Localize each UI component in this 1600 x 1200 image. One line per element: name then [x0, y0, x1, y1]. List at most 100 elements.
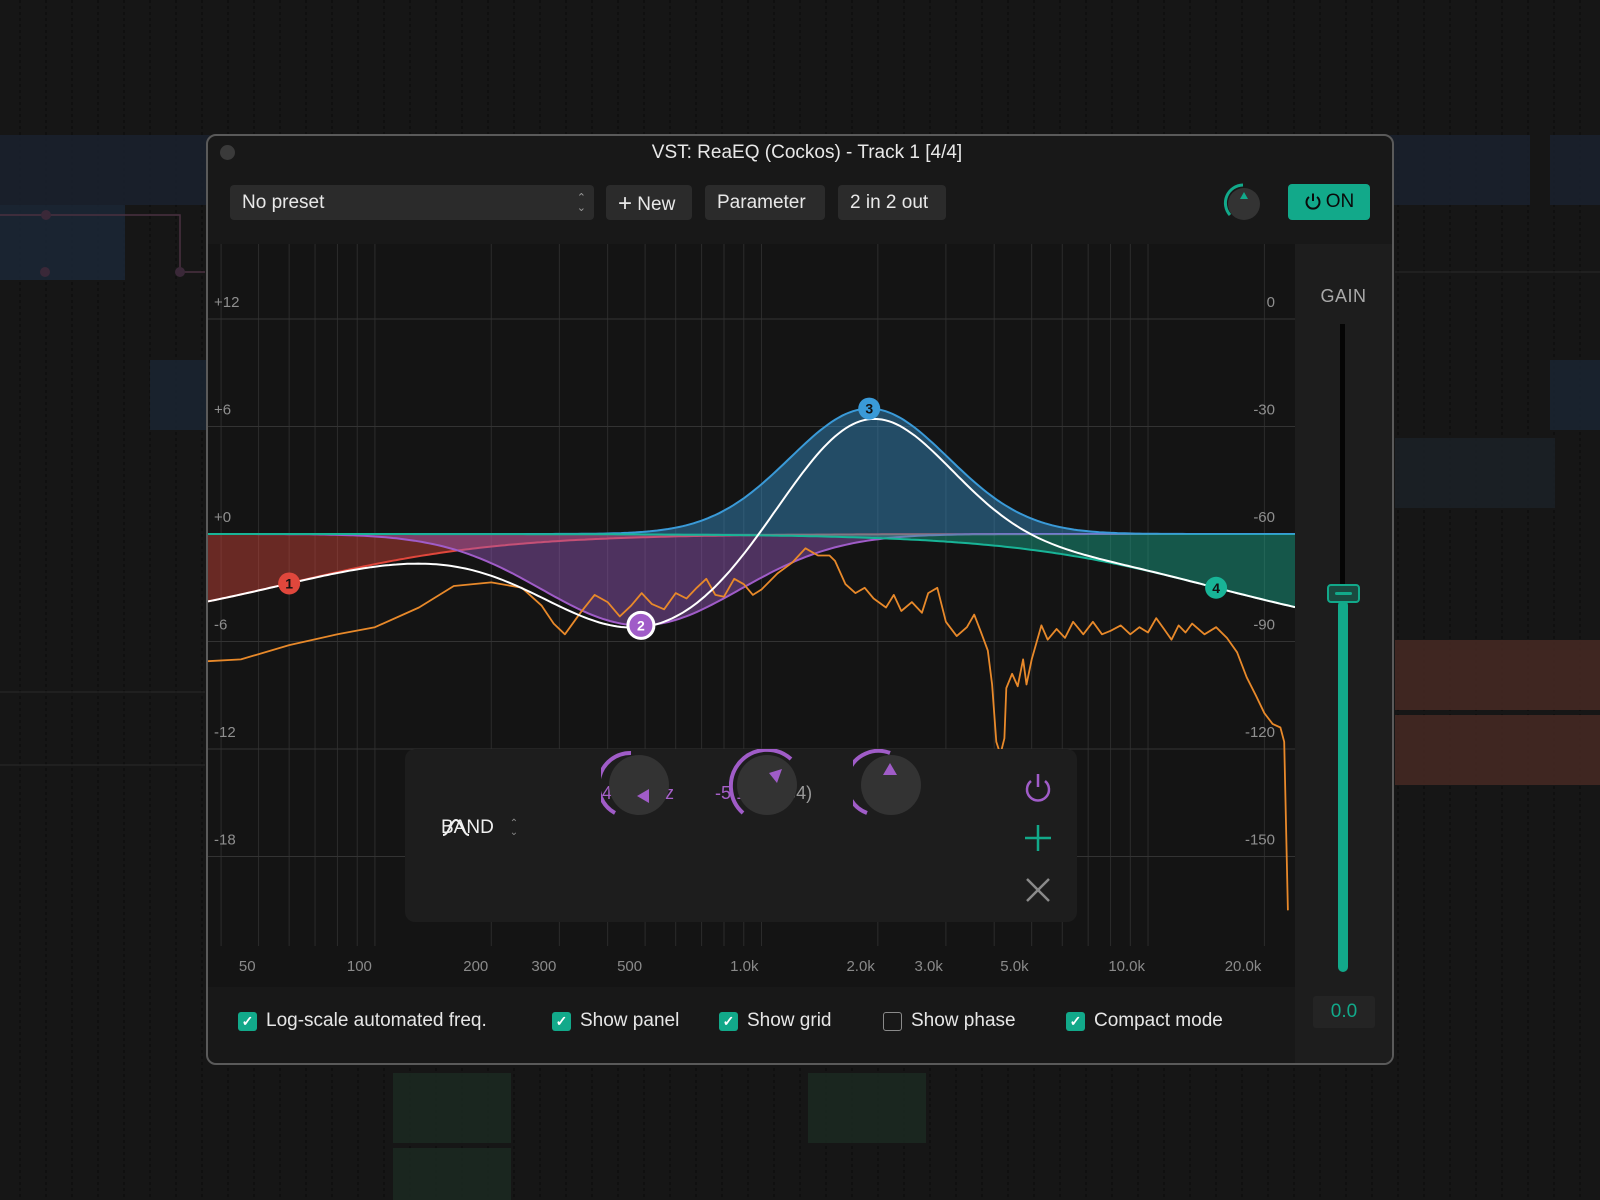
checkbox[interactable]	[883, 1011, 902, 1031]
timeline-clip	[150, 360, 210, 430]
freq-tick-label: 3.0k	[915, 958, 944, 975]
spectrum-db-tick-label: -30	[1253, 402, 1275, 419]
option-label: Show grid	[747, 1010, 832, 1031]
option-show-grid[interactable]: ✓ Show grid	[719, 1009, 832, 1033]
bandwidth-knob-body	[861, 755, 921, 815]
svg-text:1: 1	[285, 575, 293, 591]
option-log-scale[interactable]: ✓ Log-scale automated freq.	[238, 1009, 487, 1033]
freq-tick-label: 500	[617, 958, 642, 975]
checkbox[interactable]: ✓	[552, 1011, 571, 1031]
freq-knob[interactable]	[601, 749, 673, 821]
svg-text:4: 4	[1212, 580, 1220, 596]
spectrum-db-tick-label: 0	[1267, 294, 1275, 311]
db-tick-label: -6	[214, 617, 227, 634]
db-tick-label: +12	[214, 294, 239, 311]
svg-text:3: 3	[865, 401, 873, 417]
freq-tick-label: 2.0k	[846, 958, 875, 975]
new-preset-button[interactable]: + New	[606, 185, 692, 220]
timeline-clip	[1395, 640, 1600, 710]
updown-chevron-icon: ⌃ ⌄	[576, 191, 586, 214]
envelope-point	[175, 267, 185, 277]
gain-knob[interactable]	[729, 749, 801, 821]
parameter-button[interactable]: Parameter	[705, 185, 825, 220]
timeline-clip	[0, 205, 125, 280]
bypass-on-button[interactable]: ON	[1288, 184, 1370, 220]
band-2-handle[interactable]: 2	[626, 610, 656, 640]
gain-slider-thumb[interactable]	[1327, 584, 1360, 604]
timeline-clip	[1550, 135, 1600, 205]
band-1-handle[interactable]: 1	[278, 572, 301, 595]
db-tick-label: +6	[214, 402, 231, 419]
gain-panel: GAIN 0.0	[1295, 244, 1392, 1063]
title-bar: VST: ReaEQ (Cockos) - Track 1 [4/4]	[208, 136, 1392, 166]
freq-knob-body	[609, 755, 669, 815]
band-3-fill	[208, 408, 1295, 534]
parameter-label: Parameter	[717, 192, 806, 213]
checkbox[interactable]: ✓	[1066, 1011, 1085, 1031]
spectrum-db-tick-label: -90	[1253, 617, 1275, 634]
option-show-panel[interactable]: ✓ Show panel	[552, 1009, 679, 1033]
power-icon	[1305, 193, 1321, 210]
on-label: ON	[1325, 191, 1355, 212]
db-tick-label: -18	[214, 832, 236, 849]
option-label: Show phase	[911, 1010, 1016, 1031]
eq-graph[interactable]: +12 +6 +0 -6 -12 -18 0 -30 -60 -90 -120 -150 50 100 20…	[208, 244, 1295, 987]
timeline-clip	[393, 1148, 511, 1200]
checkbox[interactable]: ✓	[238, 1011, 257, 1031]
io-label: 2 in 2 out	[850, 192, 929, 213]
plus-icon: +	[618, 190, 633, 217]
io-button[interactable]: 2 in 2 out	[838, 185, 946, 220]
gain-knob-body	[737, 755, 797, 815]
gain-value-readout[interactable]: 0.0	[1313, 996, 1375, 1028]
toolbar: No preset ⌃ ⌄ + New Parameter 2 in 2 out …	[208, 166, 1392, 244]
gain-slider-fill[interactable]	[1338, 600, 1348, 972]
band-4-handle[interactable]: 4	[1205, 576, 1228, 599]
timeline-clip	[150, 135, 210, 205]
db-tick-label: -12	[214, 724, 236, 741]
freq-tick-label: 50	[239, 958, 256, 975]
band-panel: BAND ⌃⌄ 487.7 Hz -5.1 dB (B4) 2.0	[405, 749, 1077, 922]
timeline-clip	[1395, 438, 1555, 508]
new-label: New	[637, 194, 676, 215]
envelope-point	[41, 210, 51, 220]
envelope-point	[40, 267, 50, 277]
band-type-select[interactable]: BAND ⌃ ⌄	[441, 817, 518, 839]
option-label: Log-scale automated freq.	[266, 1010, 487, 1031]
spectrum-db-tick-label: -120	[1245, 724, 1275, 741]
freq-tick-label: 20.0k	[1225, 958, 1262, 975]
spectrum-db-tick-label: -60	[1253, 509, 1275, 526]
updown-chevron-icon: ⌃ ⌄	[509, 818, 519, 838]
freq-tick-label: 5.0k	[1000, 958, 1029, 975]
plugin-window: VST: ReaEQ (Cockos) - Track 1 [4/4] No p…	[206, 134, 1394, 1065]
option-label: Show panel	[580, 1010, 680, 1031]
freq-tick-label: 100	[347, 958, 372, 975]
add-band-icon[interactable]	[1023, 823, 1053, 853]
options-bar: ✓ Log-scale automated freq. ✓ Show panel ✓…	[208, 987, 1295, 1063]
preset-select[interactable]: No preset ⌃ ⌄	[230, 185, 594, 220]
band-power-icon[interactable]	[1023, 771, 1053, 803]
band-shape-icon	[442, 818, 470, 836]
preset-value: No preset	[242, 192, 325, 213]
spectrum-db-tick-label: -150	[1245, 832, 1275, 849]
freq-tick-label: 200	[463, 958, 488, 975]
checkbox[interactable]: ✓	[719, 1011, 738, 1031]
freq-tick-label: 300	[531, 958, 556, 975]
gain-slider-track[interactable]	[1340, 324, 1345, 595]
gain-label: GAIN	[1320, 286, 1367, 306]
option-label: Compact mode	[1094, 1010, 1223, 1031]
db-tick-label: +0	[214, 509, 231, 526]
timeline-clip	[1550, 360, 1600, 430]
freq-tick-label: 10.0k	[1108, 958, 1145, 975]
option-show-phase[interactable]: Show phase	[883, 1009, 1016, 1033]
timeline-clip	[393, 1073, 511, 1143]
svg-text:2: 2	[637, 617, 645, 633]
timeline-clip	[1390, 135, 1530, 205]
window-title: VST: ReaEQ (Cockos) - Track 1 [4/4]	[651, 142, 963, 163]
option-compact-mode[interactable]: ✓ Compact mode	[1066, 1009, 1223, 1033]
freq-tick-label: 1.0k	[730, 958, 759, 975]
bandwidth-knob[interactable]	[853, 749, 925, 821]
output-knob[interactable]	[1222, 182, 1264, 224]
timeline-clip	[1395, 715, 1600, 785]
remove-band-icon[interactable]	[1025, 877, 1051, 903]
band-3-handle[interactable]: 3	[858, 397, 881, 420]
